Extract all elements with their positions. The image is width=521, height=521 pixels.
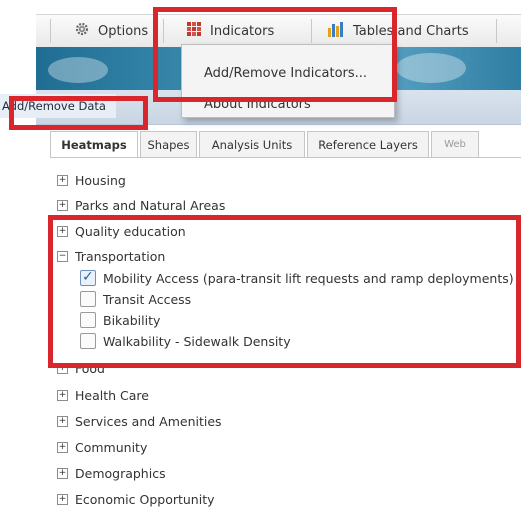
tree-category-housing[interactable]: + Housing: [57, 170, 126, 190]
tree-category-parks[interactable]: + Parks and Natural Areas: [57, 195, 225, 215]
banner-decoration: [396, 53, 466, 83]
expand-icon[interactable]: +: [57, 467, 68, 479]
highlight-add-remove-data: [9, 96, 148, 130]
tree-category-economic-opportunity[interactable]: + Economic Opportunity: [57, 489, 215, 509]
tree-category-health-care[interactable]: + Health Care: [57, 385, 149, 405]
tab-label: Reference Layers: [318, 137, 418, 152]
highlight-transportation-group: [48, 215, 521, 368]
expand-icon[interactable]: +: [57, 174, 68, 186]
category-label: Economic Opportunity: [75, 491, 215, 507]
tree-category-demographics[interactable]: + Demographics: [57, 463, 166, 483]
tree-category-services-amenities[interactable]: + Services and Amenities: [57, 411, 222, 431]
tree-category-community[interactable]: + Community: [57, 437, 147, 457]
expand-icon[interactable]: +: [57, 415, 68, 427]
toolbar-separator: [50, 19, 51, 43]
category-label: Demographics: [75, 465, 166, 481]
highlight-indicators-menu: [153, 7, 397, 102]
expand-icon[interactable]: +: [57, 493, 68, 505]
category-label: Services and Amenities: [75, 413, 222, 429]
category-label: Parks and Natural Areas: [75, 197, 226, 213]
tab-analysis-units[interactable]: Analysis Units: [199, 131, 305, 157]
tab-web[interactable]: Web: [431, 131, 479, 157]
banner-decoration: [48, 57, 108, 83]
bottom-edge: [0, 515, 521, 521]
tab-shapes[interactable]: Shapes: [140, 131, 197, 157]
expand-icon[interactable]: +: [57, 441, 68, 453]
options-button[interactable]: Options: [74, 15, 148, 47]
category-label: Housing: [75, 172, 126, 188]
category-label: Health Care: [75, 387, 149, 403]
category-label: Community: [75, 439, 148, 455]
tab-label: Web: [444, 139, 466, 150]
options-label: Options: [98, 23, 149, 39]
expand-icon[interactable]: +: [57, 389, 68, 401]
tab-reference-layers[interactable]: Reference Layers: [307, 131, 429, 157]
expand-icon[interactable]: +: [57, 199, 68, 211]
tab-label: Shapes: [147, 137, 190, 152]
tab-label: Analysis Units: [211, 137, 293, 152]
gear-icon: [74, 21, 90, 41]
toolbar-separator: [496, 19, 497, 43]
tab-divider: [50, 157, 521, 158]
tab-heatmaps[interactable]: Heatmaps: [50, 131, 138, 158]
tab-label: Heatmaps: [61, 138, 127, 152]
